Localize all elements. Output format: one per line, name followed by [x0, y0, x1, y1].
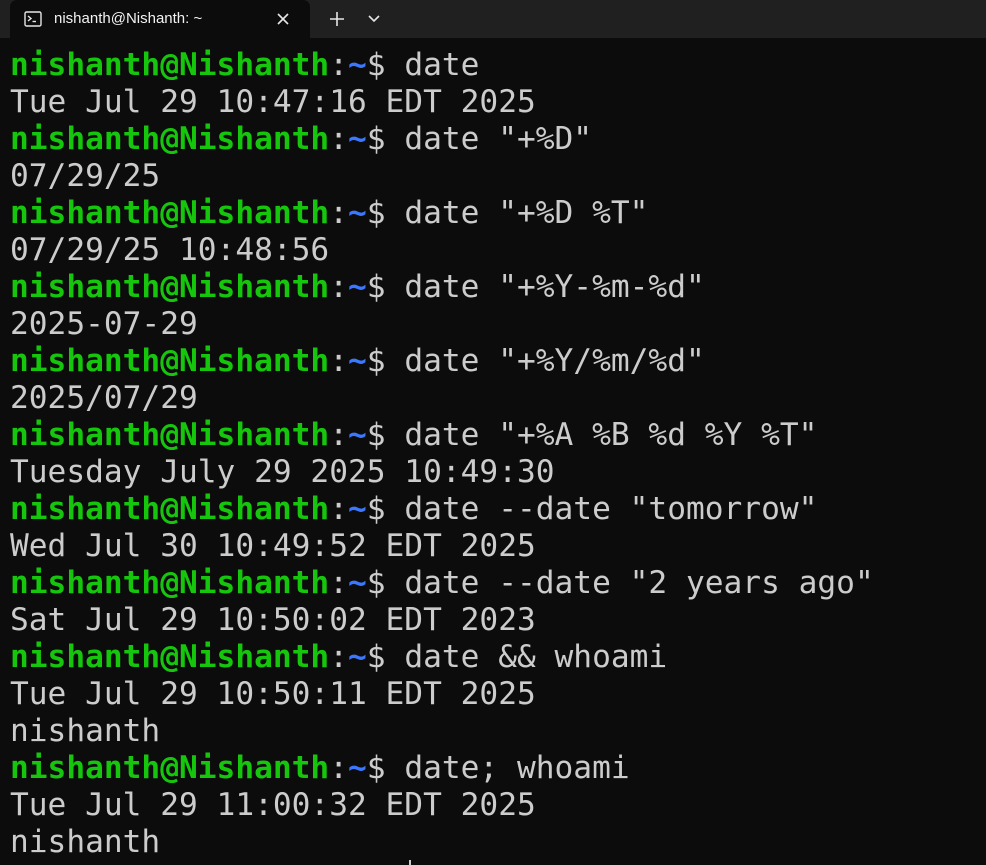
plus-icon[interactable]: [322, 5, 352, 33]
prompt-separator: :: [329, 269, 348, 305]
output-line: 2025/07/29: [10, 380, 198, 416]
tab-bar: nishanth@Nishanth: ~: [0, 0, 986, 38]
prompt-path: ~: [347, 269, 367, 305]
prompt-separator: :: [329, 417, 348, 453]
tab-title: nishanth@Nishanth: ~: [54, 10, 203, 27]
prompt-user: nishanth@Nishanth: [10, 417, 330, 453]
prompt-line: nishanth@Nishanth:~$ date --date "tomorr…: [0, 491, 986, 528]
prompt-separator: :: [329, 750, 348, 786]
prompt-user: nishanth@Nishanth: [10, 269, 330, 305]
prompt-separator: :: [329, 47, 348, 83]
prompt-user: nishanth@Nishanth: [10, 491, 330, 527]
command-text: date && whoami: [385, 639, 668, 675]
prompt-line: nishanth@Nishanth:~$ date --date "2 year…: [0, 565, 986, 602]
output-line: Tue Jul 29 10:50:11 EDT 2025: [10, 676, 536, 712]
prompt-separator: :: [329, 343, 348, 379]
text-cursor: [409, 860, 411, 865]
prompt-user: nishanth@Nishanth: [10, 121, 330, 157]
prompt-user: nishanth@Nishanth: [10, 343, 330, 379]
command-text: date "+%Y-%m-%d": [385, 269, 705, 305]
output-line: 2025-07-29: [10, 306, 198, 342]
prompt-symbol: $: [366, 121, 386, 157]
output-line: Sat Jul 29 10:50:02 EDT 2023: [10, 602, 536, 638]
prompt-symbol: $: [366, 47, 386, 83]
prompt-path: ~: [347, 417, 367, 453]
terminal-icon: [24, 10, 42, 28]
prompt-line: nishanth@Nishanth:~$ date && whoami: [0, 639, 986, 676]
prompt-line: nishanth@Nishanth:~$ date; whoami: [0, 750, 986, 787]
prompt-separator: :: [329, 565, 348, 601]
chevron-down-icon[interactable]: [360, 5, 388, 33]
prompt-line: nishanth@Nishanth:~$ date "+%D %T": [0, 195, 986, 232]
prompt-path: ~: [347, 491, 367, 527]
command-text: date "+%D": [385, 121, 593, 157]
command-text: date --date "2 years ago": [385, 565, 874, 601]
prompt-line: nishanth@Nishanth:~$ date "+%Y-%m-%d": [0, 269, 986, 306]
prompt-path: ~: [347, 121, 367, 157]
output-line: Tue Jul 29 10:47:16 EDT 2025: [10, 84, 536, 120]
output-line: 07/29/25: [10, 158, 161, 194]
terminal-window: nishanth@Nishanth: ~ nishanth@Nishanth:~…: [0, 0, 986, 865]
prompt-separator: :: [329, 195, 348, 231]
prompt-line: nishanth@Nishanth:~$ date: [0, 47, 986, 84]
command-text: date "+%Y/%m/%d": [385, 343, 705, 379]
prompt-line: nishanth@Nishanth:~$ date "+%A %B %d %Y …: [0, 417, 986, 454]
prompt-symbol: $: [366, 750, 386, 786]
prompt-symbol: $: [366, 639, 386, 675]
prompt-separator: :: [329, 491, 348, 527]
prompt-symbol: $: [366, 417, 386, 453]
prompt-user: nishanth@Nishanth: [10, 565, 330, 601]
prompt-path: ~: [347, 195, 367, 231]
prompt-symbol: $: [366, 269, 386, 305]
command-text: date "+%A %B %d %Y %T": [385, 417, 818, 453]
command-text: date; whoami: [385, 750, 630, 786]
output-line: Tue Jul 29 11:00:32 EDT 2025: [10, 787, 536, 823]
prompt-symbol: $: [366, 195, 386, 231]
prompt-user: nishanth@Nishanth: [10, 750, 330, 786]
prompt-path: ~: [347, 750, 367, 786]
close-icon[interactable]: [273, 9, 293, 29]
output-line: nishanth: [10, 824, 161, 860]
output-line: Wed Jul 30 10:49:52 EDT 2025: [10, 528, 536, 564]
prompt-user: nishanth@Nishanth: [10, 195, 330, 231]
prompt-line: nishanth@Nishanth:~$ date "+%D": [0, 121, 986, 158]
prompt-path: ~: [347, 565, 367, 601]
prompt-separator: :: [329, 639, 348, 675]
prompt-separator: :: [329, 121, 348, 157]
command-text: date: [385, 47, 480, 83]
prompt-symbol: $: [366, 565, 386, 601]
prompt-user: nishanth@Nishanth: [10, 639, 330, 675]
tab-active[interactable]: nishanth@Nishanth: ~: [10, 0, 310, 38]
command-text: date "+%D %T": [385, 195, 649, 231]
prompt-symbol: $: [366, 343, 386, 379]
terminal-output[interactable]: nishanth@Nishanth:~$ date Tue Jul 29 10:4…: [0, 47, 986, 865]
output-line: Tuesday July 29 2025 10:49:30: [10, 454, 555, 490]
prompt-user: nishanth@Nishanth: [10, 47, 330, 83]
prompt-line: nishanth@Nishanth:~$ date "+%Y/%m/%d": [0, 343, 986, 380]
prompt-path: ~: [347, 47, 367, 83]
prompt-path: ~: [347, 343, 367, 379]
prompt-path: ~: [347, 639, 367, 675]
output-line: 07/29/25 10:48:56: [10, 232, 330, 268]
output-line: nishanth: [10, 713, 161, 749]
command-text: date --date "tomorrow": [385, 491, 818, 527]
prompt-symbol: $: [366, 491, 386, 527]
